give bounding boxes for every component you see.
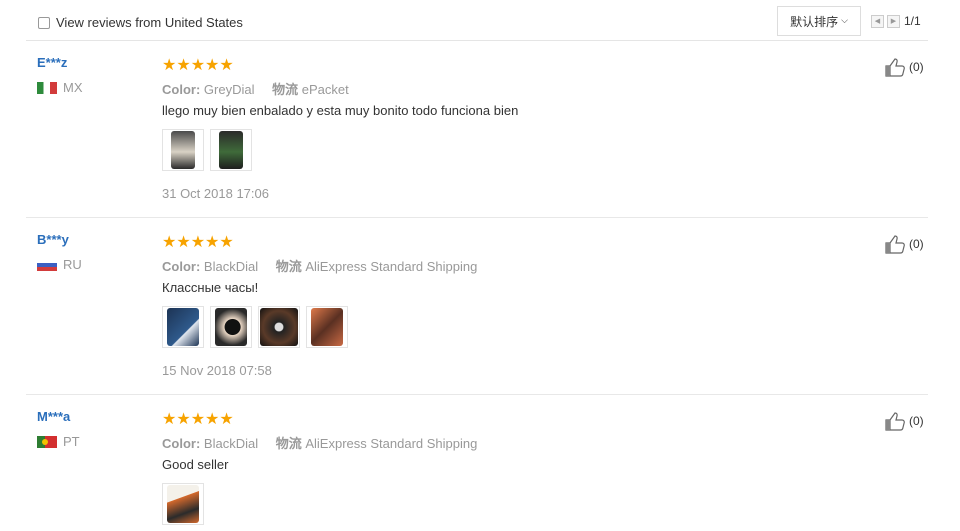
us-reviews-filter[interactable]: View reviews from United States [38, 15, 243, 30]
us-reviews-checkbox[interactable] [38, 16, 50, 29]
russia-flag-icon [37, 258, 57, 271]
reviewer-country: PT [37, 434, 80, 449]
shipping-key: 物流 [275, 436, 302, 451]
color-value: BlackDial [203, 436, 259, 451]
color-key: Color: [162, 82, 201, 97]
shipping-value: AliExpress Standard Shipping [305, 259, 478, 274]
prev-page-button[interactable]: ◀ [871, 14, 884, 28]
review-photo[interactable] [258, 306, 300, 348]
portugal-flag-icon [37, 435, 57, 448]
review-text: Good seller [162, 457, 229, 472]
review-date: 15 Nov 2018 07:58 [162, 363, 272, 378]
reviewer-name: E***z [37, 55, 68, 70]
country-code: RU [63, 257, 82, 272]
thumbs-up-icon [885, 235, 905, 254]
shipping-key: 物流 [272, 82, 299, 97]
color-value: BlackDial [203, 259, 259, 274]
review-photos [162, 306, 354, 348]
color-key: Color: [162, 259, 201, 274]
review-item: M***a PT ★★★★★ Color: BlackDial 物流 AliEx… [26, 395, 928, 531]
sort-dropdown[interactable]: 默认排序 ⌵ [777, 6, 861, 36]
review-photo[interactable] [210, 306, 252, 348]
review-photo[interactable] [210, 129, 252, 171]
review-text: llego muy bien enbalado y esta muy bonit… [162, 103, 519, 118]
review-text: Классные часы! [162, 280, 259, 295]
sort-dropdown-label: 默认排序 [790, 14, 839, 29]
mexico-flag-icon [37, 81, 57, 94]
review-photo[interactable] [306, 306, 348, 348]
shipping-value: AliExpress Standard Shipping [305, 436, 478, 451]
reviewer-country: RU [37, 257, 82, 272]
color-value: GreyDial [203, 82, 255, 97]
pagination: ◀ ▶ 1/1 [871, 14, 921, 28]
star-rating: ★★★★★ [162, 232, 234, 251]
review-meta: Color: BlackDial 物流 AliExpress Standard … [162, 256, 477, 275]
star-rating: ★★★★★ [162, 55, 234, 74]
chevron-down-icon: ⌵ [841, 16, 848, 26]
review-item: E***z MX ★★★★★ Color: GreyDial 物流 ePacke… [26, 41, 928, 218]
thumbs-up-icon [885, 58, 905, 77]
review-meta: Color: BlackDial 物流 AliExpress Standard … [162, 433, 477, 452]
review-photo[interactable] [162, 306, 204, 348]
helpful-count: (0) [909, 237, 924, 251]
helpful-button[interactable]: (0) [885, 411, 924, 431]
helpful-button[interactable]: (0) [885, 234, 924, 254]
star-rating: ★★★★★ [162, 409, 234, 428]
review-photos [162, 129, 258, 171]
country-code: PT [63, 434, 80, 449]
shipping-value: ePacket [301, 82, 349, 97]
reviewer-country: MX [37, 80, 83, 95]
review-photo[interactable] [162, 129, 204, 171]
review-meta: Color: GreyDial 物流 ePacket [162, 79, 349, 98]
reviews-toolbar: View reviews from United States 默认排序 ⌵ ◀… [26, 6, 928, 41]
color-key: Color: [162, 436, 201, 451]
review-date: 31 Oct 2018 17:06 [162, 186, 269, 201]
page-indicator: 1/1 [904, 14, 921, 28]
helpful-button[interactable]: (0) [885, 57, 924, 77]
review-photos [162, 483, 210, 525]
helpful-count: (0) [909, 414, 924, 428]
shipping-key: 物流 [275, 259, 302, 274]
country-code: MX [63, 80, 83, 95]
helpful-count: (0) [909, 60, 924, 74]
thumbs-up-icon [885, 412, 905, 431]
next-page-button[interactable]: ▶ [887, 14, 900, 28]
us-reviews-filter-label: View reviews from United States [56, 15, 243, 30]
review-photo[interactable] [162, 483, 204, 525]
reviewer-name: B***y [37, 232, 69, 247]
reviewer-name: M***a [37, 409, 71, 424]
review-item: B***y RU ★★★★★ Color: BlackDial 物流 AliEx… [26, 218, 928, 395]
